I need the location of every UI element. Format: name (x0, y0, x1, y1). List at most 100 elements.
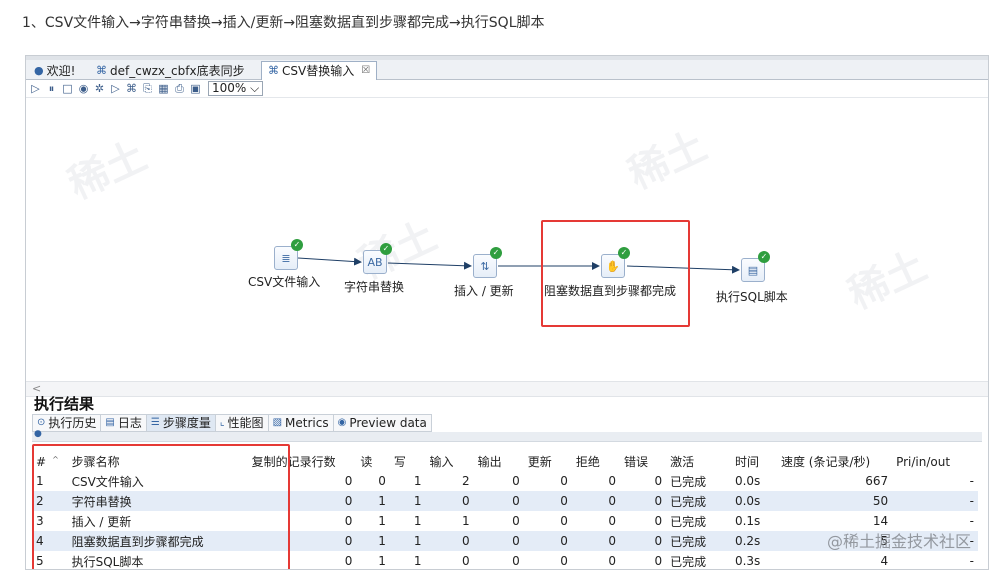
tab-log[interactable]: ▤ 日志 (101, 414, 147, 432)
table-cell: 0.0s (730, 491, 777, 511)
table-cell: 0 (378, 474, 386, 488)
step-blocking[interactable]: ✋ ✓ (601, 247, 630, 278)
hop-arrow (387, 261, 472, 270)
table-cell: 0 (654, 474, 663, 488)
table-cell: 1 (389, 531, 426, 551)
stop-icon[interactable]: □ (62, 82, 73, 95)
table-cell: 667 (865, 474, 889, 488)
success-check-icon: ✓ (380, 243, 392, 255)
table-cell: 0 (512, 474, 520, 488)
metrics-icon: ☰ (150, 417, 160, 428)
replay-icon[interactable]: ▷ (110, 82, 121, 95)
log-icon: ▤ (105, 417, 115, 428)
step-string-replace[interactable]: AB ✓ (363, 243, 392, 274)
table-cell: 已完成 (670, 474, 707, 489)
tab-label: 性能图 (227, 416, 264, 430)
step-label: 执行SQL脚本 (716, 290, 788, 304)
tab-history[interactable]: ⊙ 执行历史 (32, 414, 102, 432)
tab-step-metrics[interactable]: ☰ 步骤度量 (146, 414, 216, 432)
tab-transform[interactable]: ⌘ CSV替换输入 ☒ (261, 61, 378, 80)
tab-perf-chart[interactable]: ⌞ 性能图 (215, 414, 269, 432)
table-cell: 0 (425, 491, 474, 511)
column-header[interactable]: 错误 (620, 452, 666, 471)
column-header[interactable]: 速度 (条记录/秒) (777, 452, 892, 471)
step-label: CSV文件输入 (248, 275, 321, 289)
debug-icon[interactable]: ✲ (94, 82, 105, 95)
chevron-down-icon: ⌵ (250, 81, 260, 95)
table-cell: 0 (523, 491, 572, 511)
sql-icon[interactable]: ▦ (158, 82, 169, 95)
table-cell: 0 (425, 531, 474, 551)
spoon-window: ● 欢迎! ⌘ def_cwzx_cbfx底表同步 ⌘ CSV替换输入 ☒ ▷ … (25, 55, 989, 570)
table-cell: 0 (560, 474, 568, 488)
page-heading: 1、CSV文件输入→字符串替换→插入/更新→阻塞数据直到步骤都完成→执行SQL脚… (22, 15, 545, 31)
table-cell: 0 (654, 554, 663, 568)
tab-preview-data[interactable]: ◉ Preview data (333, 414, 432, 432)
table-cell: 1 (461, 514, 470, 528)
table-cell: - (969, 554, 974, 568)
table-cell: 1 (378, 514, 386, 528)
step-insert-update[interactable]: ⇅ ✓ (473, 247, 502, 278)
table-cell: 0 (654, 514, 663, 528)
tab-label: 执行历史 (48, 416, 97, 430)
tab-label: CSV替换输入 (282, 64, 355, 78)
success-check-icon: ✓ (291, 239, 303, 251)
step-label: 阻塞数据直到步骤都完成 (544, 284, 677, 298)
table-cell: 0.1s (734, 514, 761, 528)
tab-label: 日志 (117, 416, 142, 430)
tab-label: 欢迎! (46, 63, 76, 78)
metrics-doc-icon: ▧ (272, 417, 283, 428)
table-cell: 4 (880, 554, 889, 568)
impact-icon[interactable]: ⎘ (142, 82, 153, 96)
column-header[interactable]: 读 (356, 452, 389, 471)
column-header[interactable]: 激活 (666, 452, 731, 471)
tab-label: 步骤度量 (162, 416, 211, 430)
column-header[interactable]: 更新 (524, 452, 572, 471)
column-header[interactable]: 拒绝 (572, 452, 620, 471)
grid-toolbar: ● (32, 429, 982, 442)
verify-icon[interactable]: ⌘ (126, 82, 137, 95)
column-header[interactable]: 时间 (731, 452, 777, 471)
tab-welcome[interactable]: ● 欢迎! (28, 61, 81, 80)
table-cell: 0.0s (734, 474, 761, 488)
table-cell: 2 (461, 474, 470, 488)
pause-icon[interactable]: ⏸ (46, 82, 57, 96)
editor-tab-bar: ● 欢迎! ⌘ def_cwzx_cbfx底表同步 ⌘ CSV替换输入 ☒ (26, 60, 988, 80)
step-csv-input[interactable]: ≣ ✓ (274, 239, 303, 270)
tab-job[interactable]: ⌘ def_cwzx_cbfx底表同步 (90, 61, 251, 80)
transform-icon: ⌘ (268, 64, 279, 77)
tab-metrics[interactable]: ▧ Metrics (268, 414, 334, 432)
column-header[interactable]: Pri/in/out (892, 452, 978, 471)
table-cell: 1 (413, 554, 422, 568)
eye-icon: ◉ (337, 417, 347, 428)
table-cell: 0 (560, 554, 568, 568)
table-cell: 0 (523, 531, 572, 551)
run-icon[interactable]: ▷ (30, 82, 41, 95)
table-cell: 0 (461, 554, 470, 568)
step-exec-sql[interactable]: ▤ ✓ (741, 251, 770, 282)
table-cell: 已完成 (670, 554, 707, 569)
tab-label: Preview data (349, 416, 427, 430)
table-cell: 0 (473, 531, 524, 551)
table-cell: 已完成 (666, 491, 731, 511)
perf-chart-icon: ⌞ (219, 417, 225, 428)
explore-db-icon[interactable]: ⎙ (174, 82, 185, 96)
column-header[interactable]: 写 (390, 452, 426, 471)
results-title: 执行结果 (34, 395, 95, 413)
close-icon[interactable]: ☒ (361, 62, 370, 80)
highlight-box-table (32, 444, 290, 569)
align-icon[interactable]: ▣ (190, 82, 201, 95)
table-cell: - (892, 491, 978, 511)
table-cell: 0 (571, 491, 621, 511)
table-cell: 1 (356, 491, 390, 511)
transformation-canvas[interactable]: 稀土 稀土 稀土 稀土 ≣ ✓ CSV文件输入 AB ✓ 字符串替换 ⇅ ✓ 插… (26, 98, 988, 381)
column-header[interactable]: 输入 (425, 452, 473, 471)
table-cell: 50 (776, 491, 893, 511)
canvas-hscrollbar[interactable]: < (26, 381, 988, 397)
table-cell: 0 (608, 554, 617, 568)
transform-toolbar: ▷ ⏸ □ ◉ ✲ ▷ ⌘ ⎘ ▦ ⎙ ▣ 100% ⌵ (26, 80, 988, 98)
zoom-select[interactable]: 100% ⌵ (208, 81, 264, 96)
column-header[interactable]: 输出 (474, 452, 524, 471)
preview-icon[interactable]: ◉ (78, 82, 89, 95)
success-check-icon: ✓ (618, 247, 630, 259)
